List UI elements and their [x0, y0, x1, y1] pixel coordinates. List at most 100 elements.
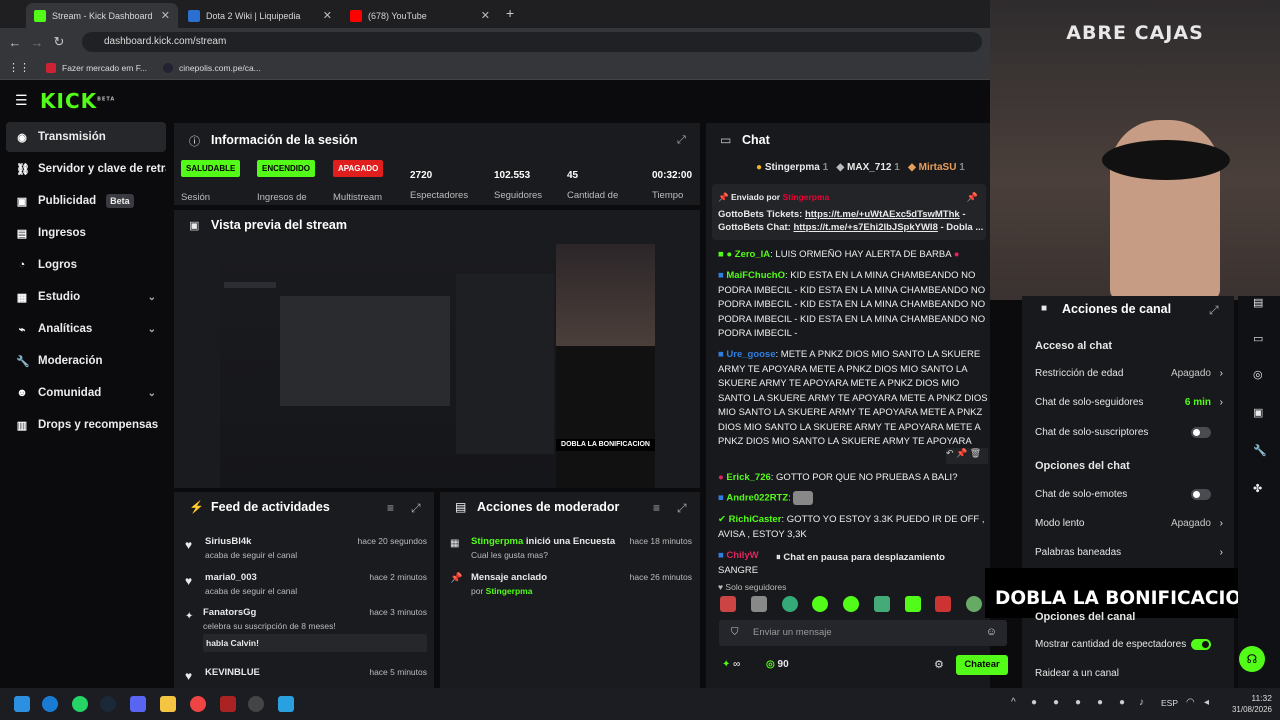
tab-kick-dashboard[interactable]: Stream - Kick Dashboard ✕: [26, 3, 178, 28]
toggle-switch[interactable]: [1191, 489, 1211, 500]
emote-icon[interactable]: [843, 596, 859, 612]
language-indicator[interactable]: ESP: [1161, 698, 1178, 708]
edge-icon[interactable]: [42, 696, 58, 712]
clock-time[interactable]: 11:32: [1226, 693, 1272, 703]
obs-icon[interactable]: [248, 696, 264, 712]
chat-user[interactable]: Andre022RTZ: [726, 493, 788, 504]
unpin-icon[interactable]: 📌: [967, 192, 978, 203]
folder-icon[interactable]: [160, 696, 176, 712]
top-user[interactable]: MAX_712: [847, 162, 891, 173]
setting-row[interactable]: Chat de solo-suscriptores: [1035, 427, 1225, 438]
document-icon[interactable]: ▤: [1253, 296, 1263, 309]
tab-liquipedia[interactable]: Dota 2 Wiki | Liquipedia ✕: [180, 3, 340, 28]
chat-input[interactable]: ⛉ Enviar un mensaje ☺: [719, 620, 1007, 646]
dota-icon[interactable]: [220, 696, 236, 712]
chat-user[interactable]: ChilyW: [726, 550, 758, 561]
mod-user[interactable]: Stingerpma: [486, 586, 533, 596]
wrench-icon[interactable]: 🔧: [1253, 444, 1267, 457]
tray-steam-icon[interactable]: ●: [1075, 697, 1081, 708]
steam-icon[interactable]: [100, 696, 116, 712]
chrome-icon[interactable]: [190, 696, 206, 712]
toggle-switch[interactable]: [1191, 639, 1211, 650]
setting-row[interactable]: Chat de solo-seguidores 6 min ›: [1035, 397, 1225, 408]
activity-user[interactable]: SiriusBl4k: [205, 536, 251, 547]
expand-icon[interactable]: ⤢: [677, 134, 686, 147]
sidebar-item-publicidad[interactable]: ▣ Publicidad Beta: [6, 186, 166, 216]
emote-icon[interactable]: [935, 596, 952, 612]
gear-icon[interactable]: ⚙: [934, 658, 944, 671]
emote-icon[interactable]: [812, 596, 829, 612]
send-chat-button[interactable]: Chatear: [956, 655, 1008, 675]
tray-app-icon[interactable]: ●: [1053, 697, 1059, 708]
back-icon[interactable]: ←: [4, 35, 26, 50]
chat-user[interactable]: Erick_726: [726, 472, 770, 483]
filter-icon[interactable]: ≡: [653, 501, 660, 515]
top-user[interactable]: Stingerpma: [765, 162, 820, 173]
new-tab-button[interactable]: +: [506, 5, 514, 21]
delete-icon[interactable]: 🗑: [970, 448, 981, 458]
bookmark-item[interactable]: cinepolis.com.pe/ca...: [163, 62, 261, 73]
activity-user[interactable]: FanatorsGg: [203, 607, 256, 618]
sidebar-item-estudio[interactable]: ▦ Estudio ⌄: [6, 282, 166, 312]
forward-icon[interactable]: →: [26, 35, 48, 50]
mod-user[interactable]: Stingerpma: [471, 536, 523, 547]
top-user[interactable]: MirtaSU: [919, 162, 957, 173]
windows-start-icon[interactable]: [14, 696, 30, 712]
sidebar-item-analiticas[interactable]: ⌁ Analíticas ⌄: [6, 314, 166, 344]
emote-icon[interactable]: [720, 596, 736, 612]
reload-icon[interactable]: ↻: [48, 34, 70, 50]
url-input[interactable]: dashboard.kick.com/stream: [82, 32, 982, 52]
menu-icon[interactable]: ☰: [15, 92, 28, 109]
expand-icon[interactable]: ⤢: [1209, 303, 1219, 318]
chat-paused-banner[interactable]: ⏸ Chat en pausa para desplazamiento: [770, 549, 954, 567]
setting-row[interactable]: Mostrar cantidad de espectadores: [1035, 639, 1225, 650]
emote-icon[interactable]: [781, 596, 798, 612]
chat-user[interactable]: Zero_IA: [735, 249, 770, 260]
expand-icon[interactable]: ⤢: [411, 501, 421, 516]
headset-help-icon[interactable]: ☊: [1239, 646, 1265, 672]
emoji-icon[interactable]: ☺: [986, 626, 997, 638]
tray-app-icon[interactable]: ●: [1031, 697, 1037, 708]
tray-app-icon[interactable]: ●: [1097, 697, 1103, 708]
bookmark-item[interactable]: Fazer mercado em F...: [46, 62, 147, 73]
sidebar-item-ingresos[interactable]: ▤ Ingresos: [6, 218, 166, 248]
whatsapp-icon[interactable]: [72, 696, 88, 712]
setting-row[interactable]: Raidear a un canal: [1035, 668, 1225, 679]
close-icon[interactable]: ✕: [323, 9, 332, 22]
pinned-link[interactable]: https://t.me/+s7Ehi2lbJSpkYWI8: [793, 222, 937, 233]
tab-youtube[interactable]: (678) YouTube ✕: [342, 3, 498, 28]
sidebar-item-drops[interactable]: ▥ Drops y recompensas: [6, 410, 166, 440]
discord-icon[interactable]: [130, 696, 146, 712]
chat-icon[interactable]: ▭: [1253, 332, 1263, 345]
stream-preview-video[interactable]: DOBLA LA BONIFICACION: [220, 244, 655, 488]
clock-date[interactable]: 31/08/2026: [1224, 705, 1272, 714]
target-icon[interactable]: ◎: [1253, 368, 1263, 381]
reply-icon[interactable]: ↶: [946, 448, 954, 458]
emote-icon[interactable]: [750, 596, 767, 612]
notepad-icon[interactable]: [278, 696, 294, 712]
setting-row[interactable]: Modo lento Apagado ›: [1035, 518, 1225, 529]
setting-row[interactable]: Palabras baneadas ›: [1035, 547, 1225, 558]
sidebar-item-logros[interactable]: ◔ Logros: [6, 250, 166, 280]
pin-icon[interactable]: 📌: [956, 448, 967, 458]
setting-row[interactable]: Chat de solo-emotes: [1035, 489, 1225, 500]
points-indicator[interactable]: ◎ 90: [766, 659, 789, 670]
apps-grid-icon[interactable]: ⋮⋮: [8, 61, 30, 74]
chat-user[interactable]: RichiCaster: [729, 514, 782, 525]
close-icon[interactable]: ✕: [161, 9, 170, 22]
puzzle-icon[interactable]: ✤: [1253, 482, 1262, 495]
sidebar-item-servidor[interactable]: ⛓ Servidor y clave de retransmisión: [6, 154, 166, 184]
kick-logo[interactable]: KICKBETA: [40, 89, 115, 113]
chat-user[interactable]: Ure_goose: [726, 349, 775, 360]
setting-row[interactable]: Restricción de edad Apagado ›: [1035, 368, 1225, 379]
activity-user[interactable]: KEVINBLUE: [205, 667, 260, 678]
chat-user[interactable]: MaiFChuchO: [726, 270, 785, 281]
expand-icon[interactable]: ⤢: [677, 501, 687, 516]
emote-icon[interactable]: [873, 596, 890, 612]
volume-icon[interactable]: ◂: [1204, 697, 1209, 708]
activity-user[interactable]: maria0_003: [205, 572, 257, 583]
pinned-link[interactable]: https://t.me/+uWtAExc5dTswMThk: [805, 209, 960, 220]
sidebar-item-comunidad[interactable]: ☻ Comunidad ⌄: [6, 378, 166, 408]
save-icon[interactable]: ▣: [1253, 406, 1263, 419]
sidebar-item-transmision[interactable]: ◉ Transmisión: [6, 122, 166, 152]
